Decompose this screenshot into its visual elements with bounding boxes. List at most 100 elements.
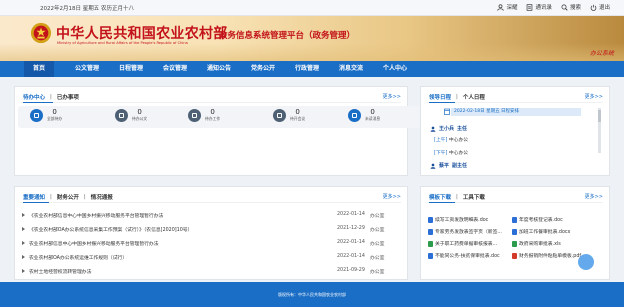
template-item[interactable]: 不能同公务-扶贫保审批表.doc [428, 252, 500, 259]
nav-party-affairs[interactable]: 党务公开 [246, 61, 280, 77]
templates-more-link[interactable]: 更多>> [585, 193, 603, 200]
leader-entry[interactable]: 蔡平 副主任 [430, 162, 467, 169]
schedule-tabs: 领导日程 | 个人日程 [429, 93, 485, 101]
nav-personal-center[interactable]: 个人中心 [378, 61, 412, 77]
template-item[interactable]: 续写工资发放明细表.doc [428, 216, 488, 223]
stat-todo-documents[interactable]: 0 待办公文 [115, 109, 147, 122]
stat-all-todo[interactable]: 0 全部待办 [30, 109, 62, 122]
stat-label: 待办公文 [132, 116, 148, 121]
template-item[interactable]: 加班工作餐审批表.docx [512, 228, 570, 235]
notice-source: 办公室 [370, 256, 385, 261]
tab-status-reports[interactable]: 情况通报 [91, 193, 113, 201]
tab-financial-disclosure[interactable]: 财务公开 [57, 193, 79, 201]
top-utility-bar: 2022年2月18日 星期五 农历正月十八 深耀 通讯录 搜索 退出 [0, 0, 624, 16]
power-icon [590, 4, 597, 11]
nav-documents[interactable]: 公文管理 [70, 61, 104, 77]
floating-action-button[interactable] [578, 254, 594, 270]
schedule-scroll-thumb[interactable] [598, 110, 601, 122]
notice-title: 农业农村部信息中心中国乡村振兴移动服务平台管理暂行办法 [29, 242, 159, 247]
national-emblem-icon [30, 22, 52, 44]
inbox-icon [30, 109, 43, 122]
todo-stats-bar: 0 全部待办 0 待办公文 0 待办工作 0 待开会议 0 未读消息 [18, 106, 421, 128]
notice-tabs: 重要通知 | 财务公开 | 情况通报 [23, 193, 113, 201]
site-header: 中华人民共和国农业农村部 Ministry of Agriculture and… [0, 16, 624, 61]
stat-value: 0 [52, 108, 57, 116]
tab-tool-download[interactable]: 工具下载 [463, 193, 485, 201]
address-book-label: 通讯录 [535, 5, 552, 11]
stat-value: 0 [137, 108, 142, 116]
system-stamp: 办公系统 [589, 50, 614, 57]
bullet-icon [22, 255, 25, 259]
template-item[interactable]: 关于职工药费单据审核报表... [428, 240, 497, 247]
user-link[interactable]: 深耀 [497, 3, 517, 11]
stat-label: 全部待办 [47, 116, 63, 121]
notice-row[interactable]: 《农业农村部信息中心中国乡村振兴移动服务平台管理暂行办法 2022-01-14 … [22, 212, 402, 220]
notice-date: 2022-01-14 [337, 240, 365, 245]
tab-separator: | [456, 194, 458, 200]
stat-unread-messages[interactable]: 0 未读消息 [348, 109, 380, 122]
word-file-icon [428, 252, 433, 259]
notice-row[interactable]: 农村土地经营权流转管理办法 2021-09-29 办公室 [22, 268, 402, 276]
notice-date: 2022-01-14 [337, 254, 365, 259]
logout-link[interactable]: 退出 [590, 3, 610, 11]
tab-separator: | [50, 94, 52, 100]
stat-todo-tasks[interactable]: 0 待办工作 [188, 109, 220, 122]
notice-row[interactable]: 农业农村部OA办公系统运维工作规则（试行） 2022-01-14 办公室 [22, 254, 402, 262]
todo-more-link[interactable]: 更多>> [383, 93, 401, 100]
template-item[interactable]: 政府采购审批表.xls [512, 240, 561, 247]
copyright-text: 版权所有：中华人民共和国农业农村部 [278, 292, 346, 297]
nav-administration[interactable]: 行政管理 [290, 61, 324, 77]
tab-done-items[interactable]: 已办事项 [57, 93, 79, 101]
ministry-title: 中华人民共和国农业农村部 [56, 26, 228, 42]
tab-important-notices[interactable]: 重要通知 [23, 193, 45, 201]
notice-title: 《农业农村部OA办公系统信息采集工作预案（试行）》（农信息[2020]10号） [29, 228, 193, 233]
notice-row[interactable]: 农业农村部信息中心中国乡村振兴移动服务平台管理暂行办法 2022-01-14 办… [22, 240, 402, 248]
schedule-more-link[interactable]: 更多>> [585, 93, 603, 100]
search-link[interactable]: 搜索 [561, 3, 581, 11]
tab-personal-schedule[interactable]: 个人日程 [463, 93, 485, 101]
search-label: 搜索 [569, 5, 581, 11]
template-item[interactable]: 专家劳务发放表签字页（新签... [428, 228, 502, 235]
schedule-text: 中心办公 [448, 138, 469, 143]
address-book-icon [527, 3, 533, 11]
word-file-icon [428, 228, 433, 235]
panel-divider [21, 202, 401, 203]
template-tabs: 模板下载 | 工具下载 [429, 193, 485, 201]
nav-meetings[interactable]: 会议管理 [158, 61, 192, 77]
address-book-link[interactable]: 通讯录 [526, 3, 552, 11]
nav-notices[interactable]: 通知公告 [202, 61, 236, 77]
stat-upcoming-meetings[interactable]: 0 待开会议 [273, 109, 305, 122]
task-icon [188, 109, 201, 122]
schedule-period: [上午] [434, 138, 448, 143]
tab-leader-schedule[interactable]: 领导日程 [429, 93, 451, 101]
schedule-period: [下午] [434, 151, 448, 156]
nav-messages[interactable]: 消息交流 [334, 61, 368, 77]
notice-source: 办公室 [370, 270, 385, 275]
nav-home[interactable]: 首页 [24, 61, 54, 77]
template-item[interactable]: 年度考核登记表.doc [512, 216, 563, 223]
template-item[interactable]: 财务报销附件粘贴单模板.pdf [512, 252, 581, 259]
bullet-icon [22, 227, 25, 231]
leader-role: 主任 [457, 126, 468, 132]
tab-separator: | [50, 194, 52, 200]
schedule-item: [上午] 中心办公 [434, 136, 468, 143]
template-name: 不能同公务-扶贫保审批表.doc [435, 254, 500, 259]
active-tab-underline [429, 102, 455, 103]
nav-schedule[interactable]: 日程管理 [114, 61, 148, 77]
notice-title: 《农业农村部信息中心中国乡村振兴移动服务平台管理暂行办法 [29, 214, 164, 219]
todo-panel: 待办中心 | 已办事项 更多>> [14, 86, 408, 176]
word-file-icon [512, 228, 517, 235]
tab-todo-center[interactable]: 待办中心 [23, 93, 45, 101]
notice-row[interactable]: 《农业农村部OA办公系统信息采集工作预案（试行）》（农信息[2020]10号） … [22, 226, 402, 234]
current-date: 2022年2月18日 星期五 农历正月十八 [40, 6, 134, 12]
wheat-field-background [0, 43, 624, 61]
notice-source: 办公室 [370, 228, 385, 233]
notice-date: 2021-09-29 [337, 268, 365, 273]
leader-name: 王小兵 [439, 126, 455, 132]
leader-entry[interactable]: 王小兵 主任 [430, 125, 467, 132]
active-tab-underline [23, 202, 49, 203]
notices-more-link[interactable]: 更多>> [383, 193, 401, 200]
tab-template-download[interactable]: 模板下载 [429, 193, 451, 201]
person-icon [430, 126, 436, 132]
site-footer: 版权所有：中华人民共和国农业农村部 [0, 282, 624, 307]
